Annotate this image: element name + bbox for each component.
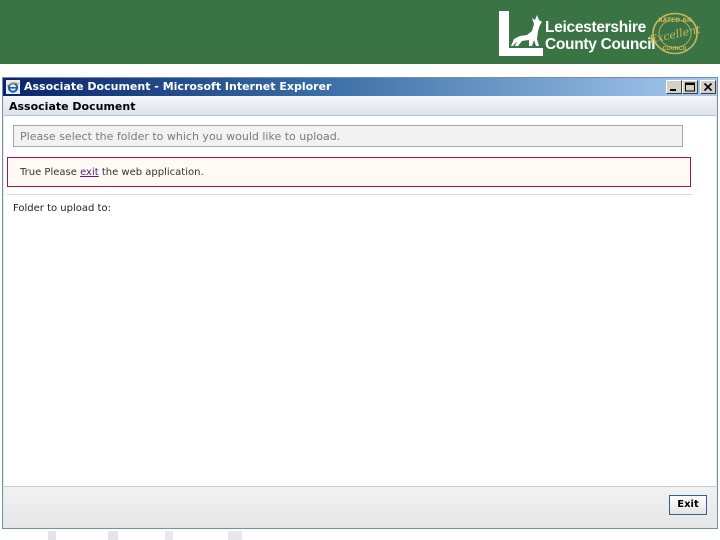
minimize-button[interactable] (666, 80, 682, 94)
exit-button[interactable]: Exit (669, 495, 707, 515)
ie-popup-window: Associate Document - Microsoft Internet … (2, 77, 718, 529)
instruction-text: Please select the folder to which you wo… (20, 130, 341, 143)
svg-text:RATED AN: RATED AN (658, 17, 692, 24)
page-header: Associate Document (4, 96, 716, 116)
header-banner: Leicestershire County Council RATED AN E… (0, 0, 720, 64)
divider (7, 194, 693, 195)
page-title: Associate Document (9, 100, 136, 113)
error-prefix: True Please (20, 167, 81, 178)
exit-link[interactable]: exit (80, 167, 99, 178)
window-title: Associate Document - Microsoft Internet … (24, 80, 332, 93)
close-button[interactable] (700, 80, 716, 94)
svg-text:COUNCIL: COUNCIL (663, 46, 689, 52)
error-suffix: the web application. (98, 167, 204, 178)
maximize-button[interactable] (682, 80, 698, 94)
error-text: True Please exit the web application. (20, 167, 204, 178)
minimize-icon (670, 89, 676, 91)
footer-bar: Exit (4, 486, 716, 528)
background-pattern (48, 531, 242, 540)
window-titlebar[interactable]: Associate Document - Microsoft Internet … (3, 78, 717, 96)
svg-text:Excellent: Excellent (650, 23, 700, 47)
folder-label: Folder to upload to: (13, 203, 111, 214)
close-icon (703, 82, 713, 92)
instruction-box: Please select the folder to which you wo… (13, 125, 683, 147)
page-content: Associate Document Please select the fol… (4, 96, 716, 528)
error-message: True Please exit the web application. (7, 157, 691, 187)
rated-excellent-seal-icon: RATED AN Excellent COUNCIL (650, 12, 700, 55)
maximize-icon (685, 82, 695, 92)
ie-icon (6, 80, 20, 94)
council-logo-text: Leicestershire County Council (545, 19, 656, 53)
